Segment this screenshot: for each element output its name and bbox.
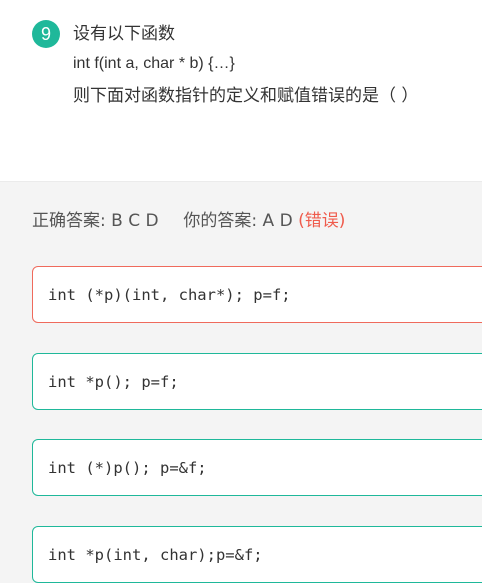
correct-answer-label: 正确答案: <box>32 211 106 231</box>
option-d[interactable]: int *p(int, char);p=&f; <box>32 526 482 583</box>
option-a-code: int (*p)(int, char*); p=f; <box>48 286 291 304</box>
option-b-code: int *p(); p=f; <box>48 373 179 391</box>
your-answer-value: A D <box>262 211 293 231</box>
option-d-code: int *p(int, char);p=&f; <box>48 546 263 564</box>
question-text-line-3: 则下面对函数指针的定义和赋值错误的是（ ） <box>73 86 419 106</box>
question-card: 9 设有以下函数 int f(int a, char * b) {…} 则下面对… <box>0 0 482 182</box>
correct-answer-value: B C D <box>111 211 159 231</box>
option-b[interactable]: int *p(); p=f; <box>32 353 482 410</box>
option-a[interactable]: int (*p)(int, char*); p=f; <box>32 266 482 323</box>
question-text-line-1: 设有以下函数 <box>73 24 175 44</box>
answer-summary: 正确答案: B C D 你的答案: A D (错误) <box>32 208 345 234</box>
question-number-badge: 9 <box>32 20 60 48</box>
option-c[interactable]: int (*)p(); p=&f; <box>32 439 482 496</box>
wrong-verdict: (错误) <box>298 211 346 231</box>
your-answer-label: 你的答案: <box>183 211 258 231</box>
option-c-code: int (*)p(); p=&f; <box>48 459 207 477</box>
question-code-line: int f(int a, char * b) {…} <box>73 55 235 72</box>
